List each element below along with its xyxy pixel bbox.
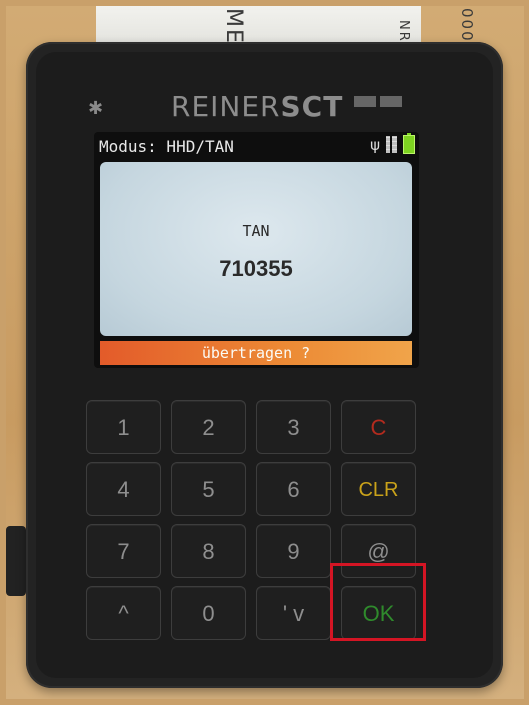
key-1[interactable]: 1	[86, 400, 161, 454]
key-8[interactable]: 8	[171, 524, 246, 578]
indicator-bar	[380, 96, 402, 107]
tan-display: TAN 710355	[100, 162, 412, 336]
key-6[interactable]: 6	[256, 462, 331, 516]
signal-grid-icon	[386, 136, 397, 153]
up-arrow-key[interactable]: ^	[86, 586, 161, 640]
bluetooth-icon: ✱	[88, 98, 104, 119]
key-0[interactable]: 0	[171, 586, 246, 640]
brand-logo-sct: SCT	[280, 90, 344, 123]
card-text-line-c: 000	[458, 8, 476, 43]
transfer-prompt: übertragen ?	[100, 341, 412, 365]
clear-key[interactable]: CLR	[341, 462, 416, 516]
brand-logo: REINERSCT	[171, 90, 343, 123]
cancel-key[interactable]: C	[341, 400, 416, 454]
card-text-line-b: NR	[396, 20, 411, 43]
tan-generator-device: ✱ REINERSCT Modus: HHD/TAN ψ TAN 710355 …	[26, 42, 503, 688]
key-9[interactable]: 9	[256, 524, 331, 578]
key-3[interactable]: 3	[256, 400, 331, 454]
battery-icon	[403, 133, 415, 154]
brand-indicator-bars	[354, 94, 406, 112]
mode-label: Modus: HHD/TAN	[99, 137, 234, 156]
key-2[interactable]: 2	[171, 400, 246, 454]
status-bar: Modus: HHD/TAN ψ	[96, 133, 417, 158]
key-7[interactable]: 7	[86, 524, 161, 578]
down-arrow-key[interactable]: ' v	[256, 586, 331, 640]
key-4[interactable]: 4	[86, 462, 161, 516]
ok-key-highlight-box	[330, 563, 426, 641]
indicator-bar	[354, 96, 376, 107]
usb-cable	[6, 526, 26, 596]
tan-value: 710355	[219, 256, 293, 281]
tan-title: TAN	[242, 222, 270, 240]
device-screen: Modus: HHD/TAN ψ TAN 710355 übertragen ?	[94, 132, 419, 368]
status-icons: ψ	[370, 133, 415, 154]
card-text-line-a: ME	[221, 8, 246, 45]
brand-logo-reiner: REINER	[171, 90, 281, 123]
usb-icon: ψ	[370, 135, 380, 154]
key-5[interactable]: 5	[171, 462, 246, 516]
photo-frame: ME NR 000 ✱ REINERSCT Modus: HHD/TAN ψ T…	[6, 6, 524, 699]
